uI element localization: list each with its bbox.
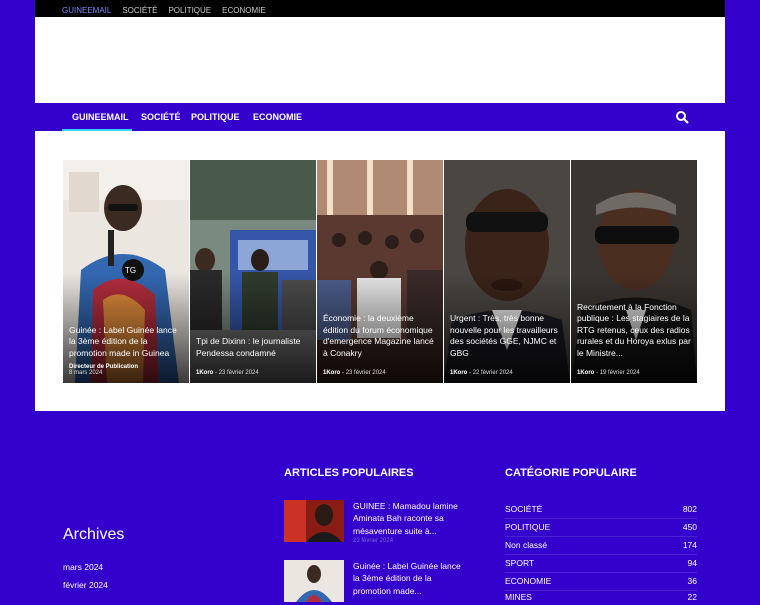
category-divider	[505, 590, 697, 591]
archive-link[interactable]: mars 2024	[63, 562, 103, 572]
featured-meta: 1Koro - 19 février 2024	[577, 370, 640, 376]
featured-title[interactable]: Économie : la deuxième édition du forum …	[323, 313, 437, 359]
category-name[interactable]: Non classé	[505, 540, 547, 550]
category-item[interactable]: ECONOMIE 36	[505, 576, 697, 591]
popular-title[interactable]: Guinée : Label Guinée lance la 3ème édit…	[353, 560, 463, 597]
category-item[interactable]: SPORT 94	[505, 558, 697, 573]
featured-author[interactable]: 1Koro	[196, 370, 213, 376]
featured-title[interactable]: Urgent : Très, très bonne nouvelle pour …	[450, 313, 564, 359]
featured-date: 22 février 2024	[472, 370, 513, 376]
category-divider	[505, 554, 697, 555]
featured-date: 23 février 2024	[218, 370, 259, 376]
category-name[interactable]: POLITIQUE	[505, 522, 550, 532]
footer: Archives mars 2024 février 2024 ARTICLES…	[35, 411, 725, 602]
category-count: 450	[682, 522, 697, 532]
featured-meta: 1Koro - 23 février 2024	[323, 370, 386, 376]
category-name[interactable]: SPORT	[505, 558, 534, 568]
category-count: 174	[682, 540, 697, 550]
category-item[interactable]: SOCIÉTÉ 802	[505, 504, 697, 519]
category-divider	[505, 518, 697, 519]
category-item[interactable]: MINES 22	[505, 592, 697, 602]
featured-title[interactable]: Guinée : Label Guinée lance la 3ème édit…	[69, 325, 183, 360]
top-bar: GUINEEMAIL SOCIÉTÉ POLITIQUE ECONOMIE	[35, 0, 725, 17]
featured-date: 23 février 2024	[345, 370, 386, 376]
featured-author[interactable]: 1Koro	[450, 370, 467, 376]
category-count: 36	[687, 576, 697, 586]
featured-tile[interactable]: Tpi de Dixinn : le journaliste Pendessa …	[190, 160, 316, 383]
popular-title[interactable]: GUINEE : Mamadou lamine Aminata Bah raco…	[353, 500, 463, 537]
header-banner	[35, 17, 725, 103]
featured-section: TG Guinée : Label Guinée lance la 3ème é…	[35, 131, 725, 411]
category-divider	[505, 536, 697, 537]
featured-meta: 1Koro - 23 février 2024	[196, 370, 259, 376]
tile-overlay	[190, 273, 316, 383]
featured-tile[interactable]: Économie : la deuxième édition du forum …	[317, 160, 443, 383]
category-name[interactable]: ECONOMIE	[505, 576, 551, 586]
article-image	[284, 500, 344, 542]
featured-date: 19 février 2024	[599, 370, 640, 376]
category-count: 94	[687, 558, 697, 568]
popular-articles-heading: ARTICLES POPULAIRES	[284, 467, 414, 479]
featured-title[interactable]: Tpi de Dixinn : le journaliste Pendessa …	[196, 336, 310, 359]
featured-meta: 1Koro - 22 février 2024	[450, 370, 513, 376]
featured-tile[interactable]: TG Guinée : Label Guinée lance la 3ème é…	[63, 160, 189, 383]
nav-item-economie[interactable]: ECONOMIE	[253, 103, 302, 131]
category-count: 22	[687, 592, 697, 602]
popular-article[interactable]: Guinée : Label Guinée lance la 3ème édit…	[284, 560, 461, 605]
popular-thumbnail[interactable]	[284, 560, 344, 602]
category-count: 802	[682, 504, 697, 514]
featured-meta: Directeur de Publication 8 mars 2024	[69, 364, 183, 376]
category-item[interactable]: POLITIQUE 450	[505, 522, 697, 537]
popular-date: 23 février 2024	[353, 538, 394, 544]
categories-heading: CATÉGORIE POPULAIRE	[505, 467, 637, 479]
featured-tile[interactable]: Urgent : Très, très bonne nouvelle pour …	[444, 160, 570, 383]
category-item[interactable]: Non classé 174	[505, 540, 697, 555]
featured-author[interactable]: 1Koro	[323, 370, 340, 376]
main-nav: GUINEEMAIL SOCIÉTÉ POLITIQUE ECONOMIE	[35, 103, 725, 131]
archives-heading: Archives	[63, 526, 125, 543]
popular-thumbnail[interactable]	[284, 500, 344, 542]
nav-item-guineemail[interactable]: GUINEEMAIL	[72, 103, 129, 131]
nav-item-politique[interactable]: POLITIQUE	[191, 103, 240, 131]
nav-item-societe[interactable]: SOCIÉTÉ	[141, 103, 181, 131]
featured-date: 8 mars 2024	[69, 370, 103, 376]
popular-article[interactable]: GUINEE : Mamadou lamine Aminata Bah raco…	[284, 500, 458, 545]
article-image	[284, 560, 344, 602]
featured-author[interactable]: 1Koro	[577, 370, 594, 376]
featured-title[interactable]: Recrutement à la Fonction publique : Les…	[577, 302, 691, 360]
category-name[interactable]: SOCIÉTÉ	[505, 504, 542, 514]
search-icon[interactable]	[676, 111, 689, 124]
category-divider	[505, 572, 697, 573]
category-name[interactable]: MINES	[505, 592, 532, 602]
featured-tile[interactable]: Recrutement à la Fonction publique : Les…	[571, 160, 697, 383]
archive-link[interactable]: février 2024	[63, 580, 108, 590]
